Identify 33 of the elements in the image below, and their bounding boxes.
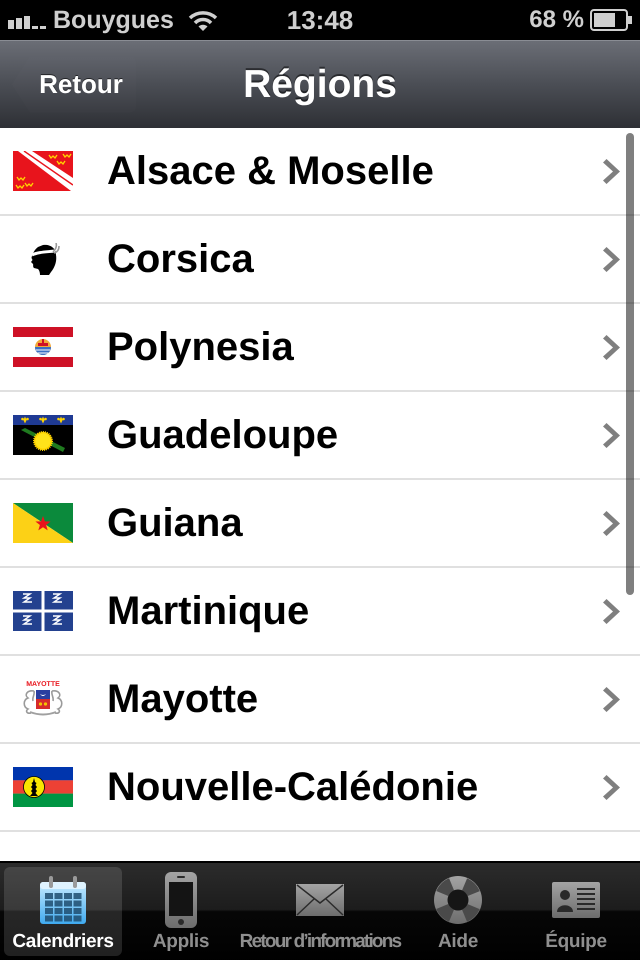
coat-of-arms-icon bbox=[21, 689, 65, 717]
chevron-icon bbox=[603, 158, 620, 184]
battery-percent: 68 % bbox=[529, 6, 584, 34]
tab[interactable]: Équipe bbox=[516, 867, 636, 956]
flag-icon bbox=[13, 767, 73, 807]
tab[interactable]: Aide bbox=[400, 867, 516, 956]
calendar-icon bbox=[40, 876, 86, 924]
wifi-icon bbox=[188, 9, 218, 31]
moor-head-icon bbox=[30, 243, 60, 275]
tab[interactable]: Applis bbox=[122, 867, 240, 956]
nav-title: Régions bbox=[243, 62, 397, 106]
chevron-icon bbox=[603, 246, 620, 272]
contact-card-icon bbox=[552, 882, 600, 918]
flag-icon bbox=[13, 151, 73, 191]
flag-icon bbox=[13, 327, 73, 367]
chevron-icon bbox=[603, 334, 620, 360]
phone-icon bbox=[165, 872, 197, 928]
chevron-icon bbox=[603, 422, 620, 448]
carrier-name: Bouygues bbox=[53, 6, 174, 34]
envelope-icon bbox=[296, 884, 344, 916]
chevron-icon bbox=[603, 598, 620, 624]
tab[interactable]: Retour d’informations bbox=[240, 867, 400, 956]
flag-icon bbox=[13, 503, 73, 543]
lifebuoy-icon bbox=[434, 876, 482, 924]
status-time: 13:48 bbox=[286, 4, 354, 36]
flag-icon bbox=[13, 591, 73, 631]
battery-icon bbox=[590, 9, 632, 31]
chevron-icon bbox=[603, 510, 620, 536]
chevron-icon bbox=[603, 774, 620, 800]
chevron-icon bbox=[603, 686, 620, 712]
signal-icon bbox=[8, 15, 48, 29]
tab[interactable]: Calendriers bbox=[4, 867, 122, 956]
flag-icon bbox=[13, 415, 73, 455]
